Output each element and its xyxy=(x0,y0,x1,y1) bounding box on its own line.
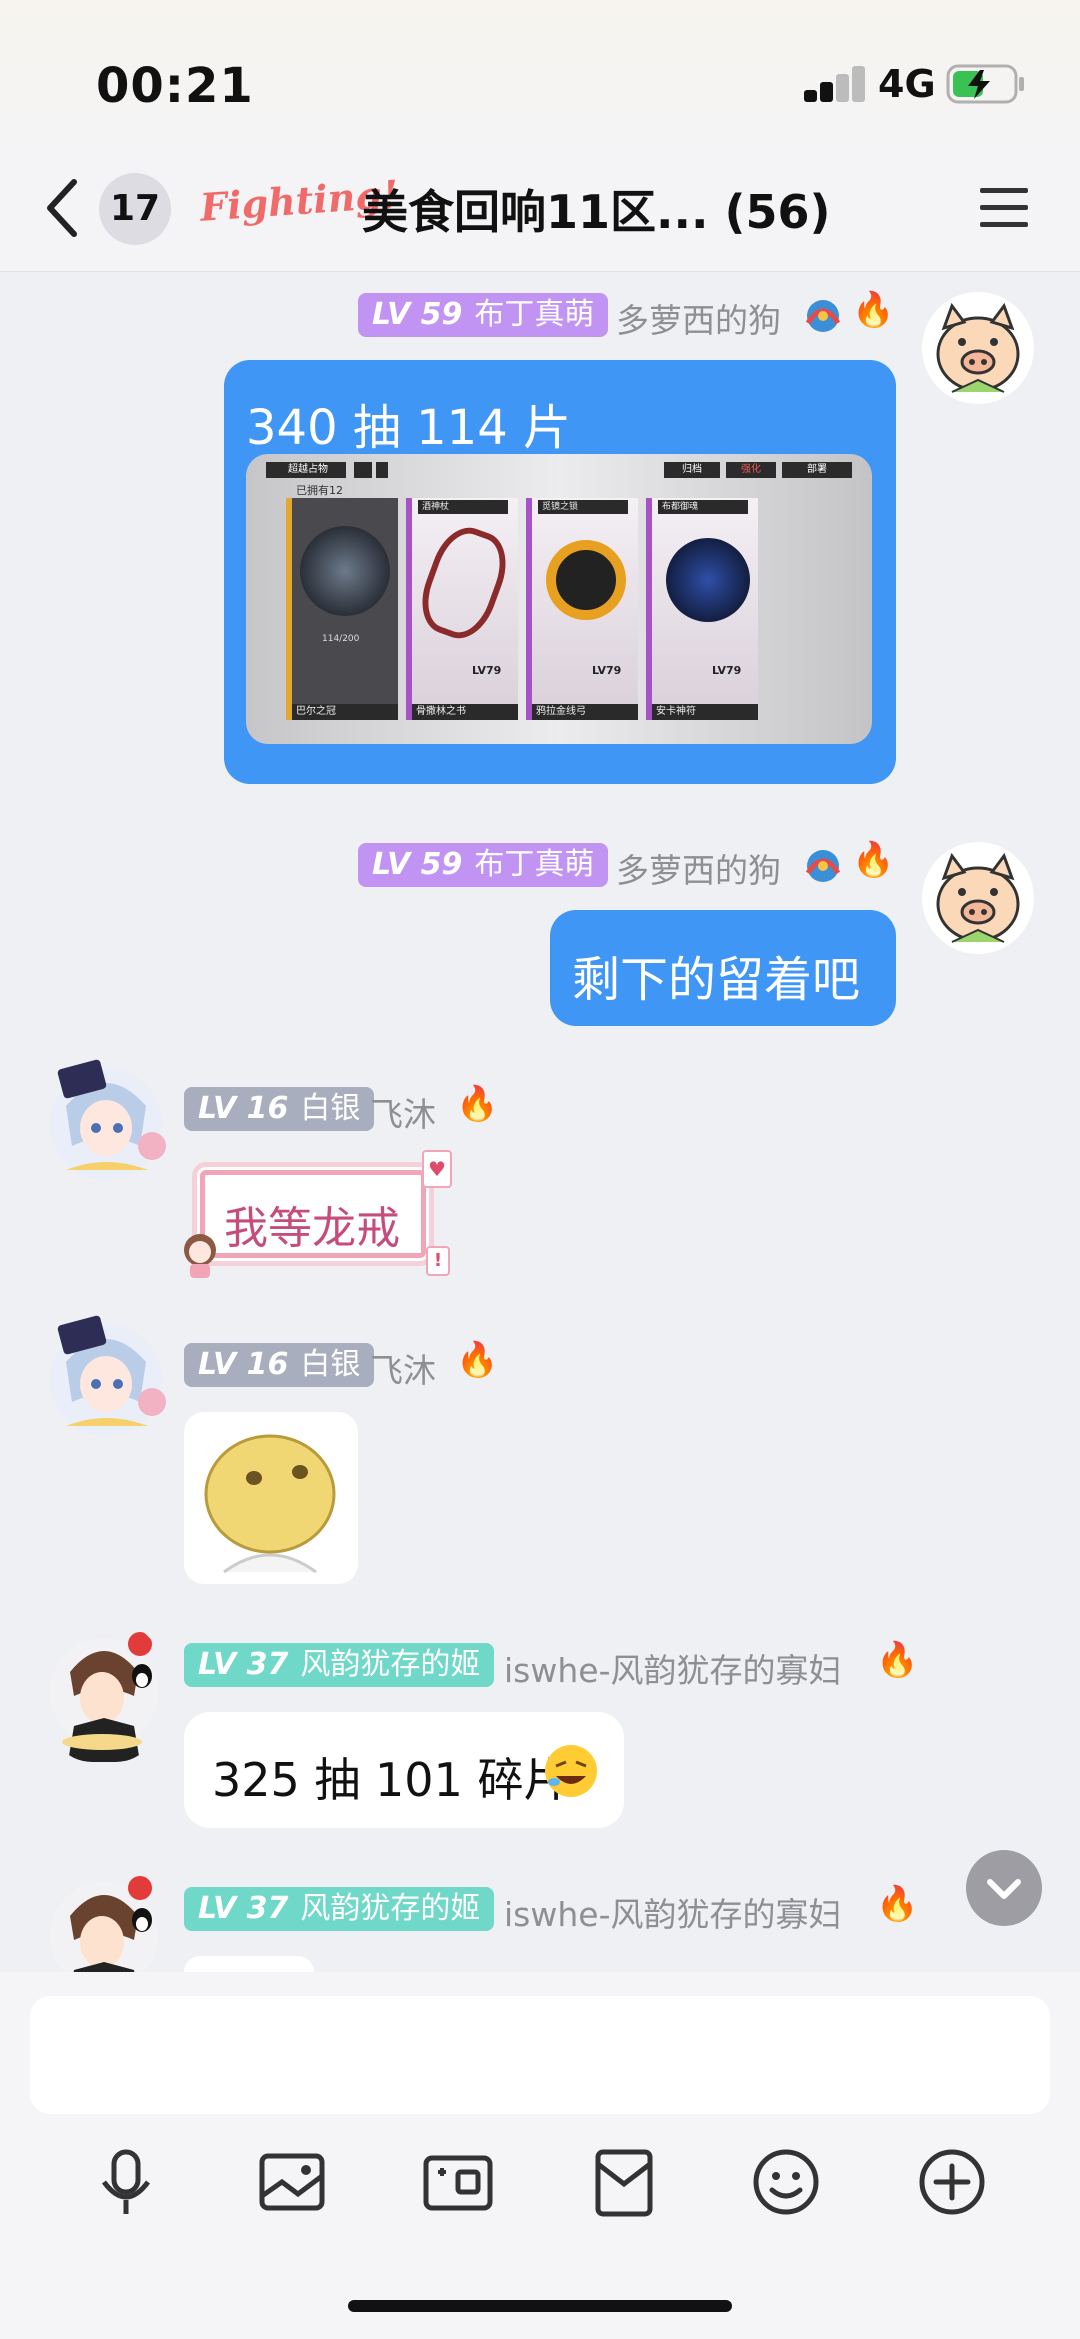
plus-icon[interactable] xyxy=(912,2142,992,2222)
avatar-anime-girl[interactable] xyxy=(36,1050,176,1190)
laughing-emoji-icon xyxy=(542,1742,600,1800)
home-indicator xyxy=(348,2300,732,2312)
sticker-chibi-icon xyxy=(176,1230,224,1280)
image-icon[interactable] xyxy=(252,2142,332,2222)
camera-icon[interactable] xyxy=(418,2142,498,2222)
flame-icon: 🔥 xyxy=(876,1640,919,1680)
status-time: 00:21 xyxy=(96,58,254,114)
game-screenshot-image[interactable]: 超越占物 归档 强化 部署 已拥有12 114/200 巴尔之冠 酒神杖 LV7… xyxy=(246,454,872,744)
game-card: 觅镜之锁 LV79 鸦拉金线弓 xyxy=(526,498,638,720)
message-input[interactable] xyxy=(30,1996,1050,2114)
signal-icon xyxy=(804,66,865,102)
unread-count-badge[interactable]: 17 xyxy=(99,173,171,245)
microphone-icon[interactable] xyxy=(86,2142,166,2222)
sticker-message[interactable]: 我等龙戒 ♥ ! xyxy=(176,1150,456,1280)
avatar-anime-boy[interactable] xyxy=(44,1622,164,1762)
message-text: 325 抽 101 碎片 xyxy=(212,1753,570,1807)
avatar-pig[interactable] xyxy=(922,292,1034,404)
level-badge: LV 37 风韵犹存的姬 xyxy=(184,1887,495,1931)
scroll-to-bottom-button[interactable] xyxy=(966,1850,1042,1926)
avatar-anime-girl[interactable] xyxy=(36,1306,176,1446)
chat-title[interactable]: 美食回响11区... (56) xyxy=(362,176,831,242)
flame-icon: 🔥 xyxy=(852,290,895,330)
flame-icon: 🔥 xyxy=(456,1340,499,1380)
message-text: 剩下的留着吧 xyxy=(572,952,861,1008)
level-badge: LV 16 白银 xyxy=(184,1087,375,1131)
sender-name[interactable]: iswhe-风韵犹存的寡妇 xyxy=(504,1888,841,1936)
sticker-text: 我等龙戒 xyxy=(224,1203,400,1254)
message-bubble[interactable]: 剩下的留着吧 xyxy=(550,910,896,1026)
dragon-badge-icon xyxy=(800,293,846,339)
game-card: 酒神杖 LV79 骨撒林之书 xyxy=(406,498,518,720)
sender-name[interactable]: 飞沐 xyxy=(370,1088,436,1136)
flame-icon: 🔥 xyxy=(456,1084,499,1124)
avatar-pig[interactable] xyxy=(922,842,1034,954)
sender-name[interactable]: iswhe-风韵犹存的寡妇 xyxy=(504,1644,841,1692)
message-text: 340 抽 114 片 xyxy=(246,400,572,456)
message-bubble[interactable]: 325 抽 101 碎片 xyxy=(184,1712,624,1828)
level-badge: LV 37 风韵犹存的姬 xyxy=(184,1643,495,1687)
avatar-anime-boy[interactable] xyxy=(44,1866,164,1972)
red-packet-icon[interactable] xyxy=(584,2142,664,2222)
level-badge: LV 59 布丁真萌 xyxy=(358,843,609,887)
sender-name[interactable]: 多萝西的狗 xyxy=(616,294,781,342)
message-bubble-partial[interactable] xyxy=(184,1956,314,1972)
emoji-sticker-image[interactable] xyxy=(184,1412,358,1584)
sender-name[interactable]: 飞沐 xyxy=(370,1344,436,1392)
back-icon[interactable] xyxy=(42,178,82,238)
game-top-bar: 超越占物 归档 强化 部署 xyxy=(266,462,852,478)
level-badge: LV 59 布丁真萌 xyxy=(358,293,609,337)
sender-name[interactable]: 多萝西的狗 xyxy=(616,844,781,892)
flame-icon: 🔥 xyxy=(876,1884,919,1924)
emoji-icon[interactable] xyxy=(746,2142,826,2222)
game-card: 114/200 巴尔之冠 xyxy=(286,498,398,720)
battery-icon xyxy=(946,64,1026,104)
message-bubble[interactable]: 340 抽 114 片 超越占物 归档 强化 部署 已拥有12 114/200 … xyxy=(224,360,896,784)
card-suit-icon: ♥ xyxy=(422,1150,452,1188)
flame-icon: 🔥 xyxy=(852,840,895,880)
dragon-badge-icon xyxy=(800,843,846,889)
card-exclaim-icon: ! xyxy=(426,1246,450,1276)
network-label: 4G xyxy=(878,62,936,106)
menu-icon[interactable] xyxy=(980,186,1028,230)
level-badge: LV 16 白银 xyxy=(184,1343,375,1387)
game-card: 布都御魂 LV79 安卡神符 xyxy=(646,498,758,720)
